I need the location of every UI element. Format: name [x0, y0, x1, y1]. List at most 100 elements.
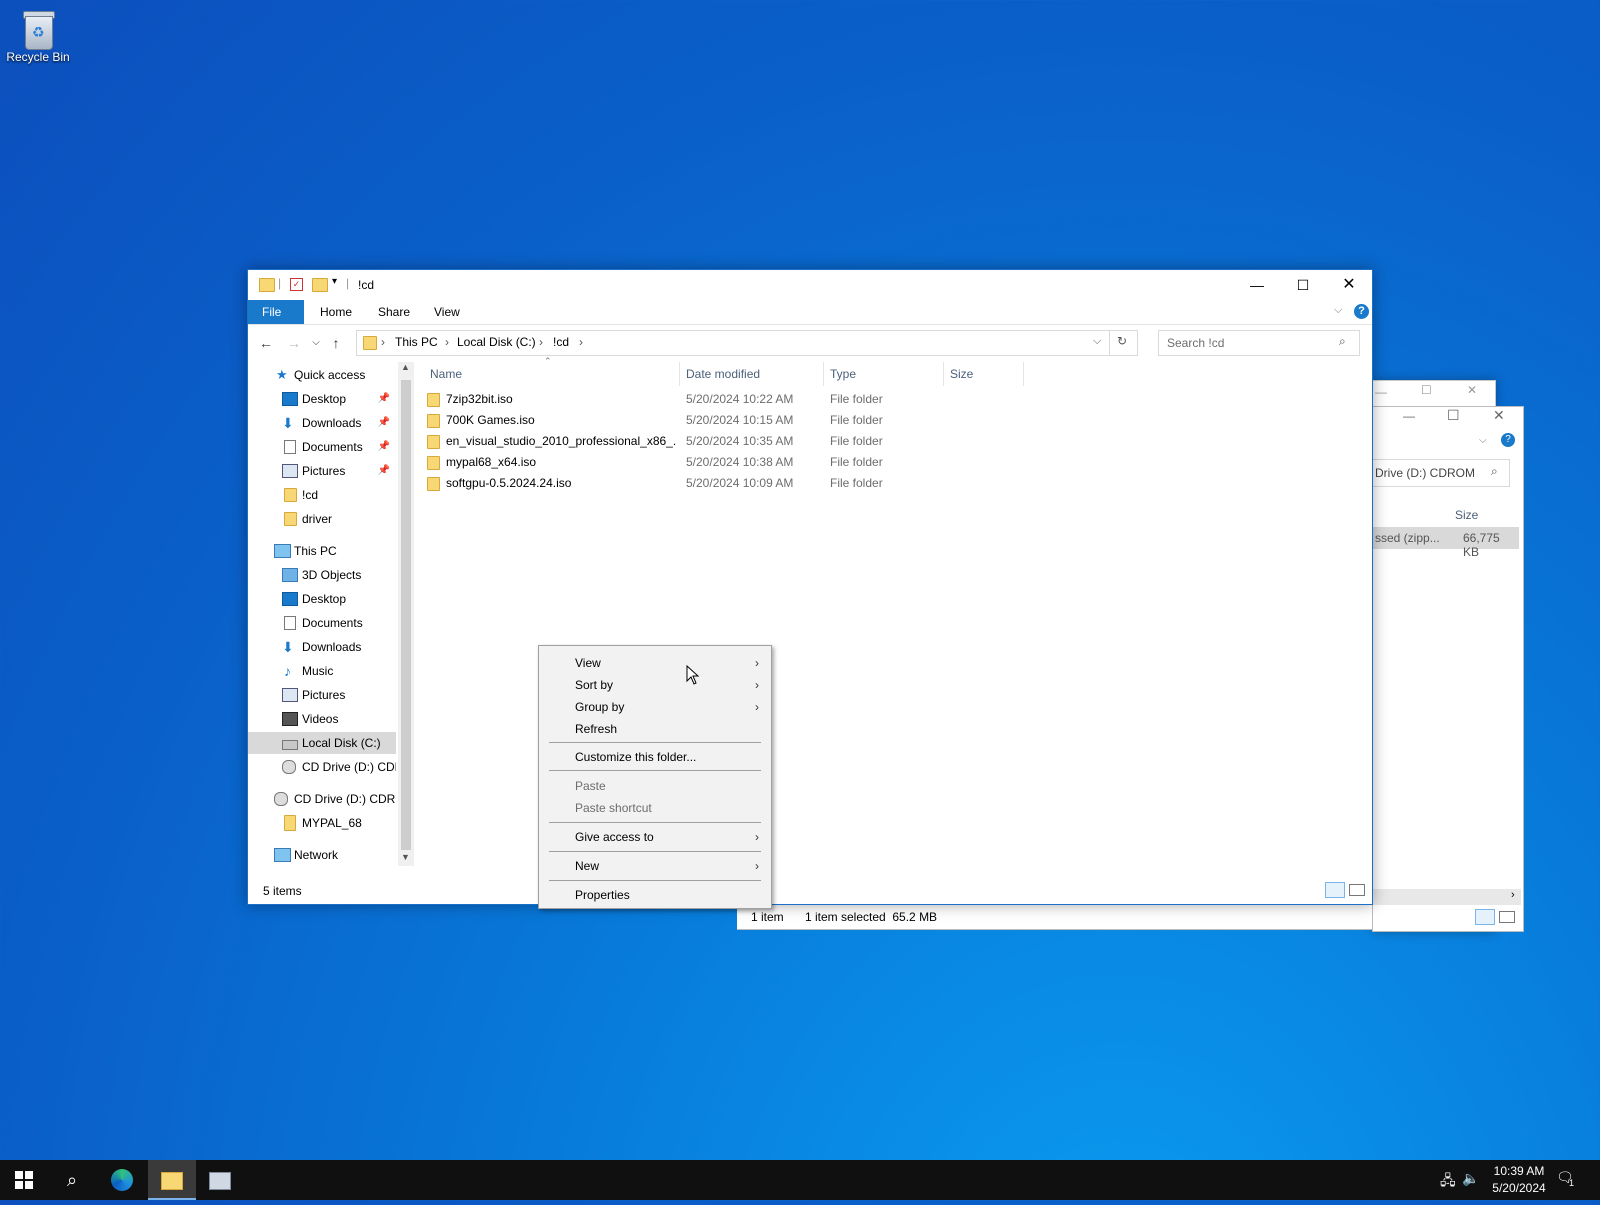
back-arrow-icon[interactable]: ←	[256, 333, 276, 353]
table-row[interactable]: softgpu-0.5.2024.24.iso 5/20/2024 10:09 …	[424, 473, 1024, 494]
menu-item-customize-folder[interactable]: Customize this folder...	[541, 746, 769, 768]
column-name[interactable]: Name	[424, 362, 680, 386]
navigation-scrollbar[interactable]: ▲ ▼	[398, 362, 414, 866]
tab-view[interactable]: View	[420, 300, 474, 324]
nav-mypal[interactable]: MYPAL_68	[248, 812, 396, 834]
breadcrumb-cd[interactable]: !cd	[553, 335, 569, 349]
chevron-down-icon[interactable]: ▾	[332, 276, 337, 287]
menu-item-paste-shortcut[interactable]: Paste shortcut	[541, 797, 769, 819]
volume-muted-icon[interactable]: 🔈	[1462, 1170, 1479, 1187]
properties-icon[interactable]: ✓	[290, 278, 303, 291]
scroll-down-icon[interactable]: ▼	[401, 852, 410, 862]
title-bar[interactable]: | ✓ ▾ | !cd — ☐ ✕	[248, 270, 1372, 300]
minimize-icon[interactable]: —	[1403, 409, 1415, 423]
scroll-up-icon[interactable]: ▲	[401, 362, 410, 372]
menu-item-group-by[interactable]: Group by ›	[541, 696, 769, 718]
nav-this-pc[interactable]: This PC	[248, 540, 396, 562]
menu-item-properties[interactable]: Properties	[541, 884, 769, 906]
breadcrumb-this-pc[interactable]: This PC	[395, 335, 438, 349]
nav-cd-drive-sub[interactable]: CD Drive (D:) CDR	[248, 756, 396, 778]
selected-file-row[interactable]: ssed (zipp... 66,775 KB	[1373, 527, 1519, 559]
maximize-icon[interactable]: ☐	[1447, 407, 1460, 424]
menu-item-sort-by[interactable]: Sort by ›	[541, 674, 769, 696]
pin-icon[interactable]: 📌	[378, 412, 390, 434]
nav-pc-downloads[interactable]: ⬇ Downloads	[248, 636, 396, 658]
nav-driver[interactable]: driver	[248, 508, 396, 530]
help-icon[interactable]: ?	[1354, 304, 1369, 319]
large-icons-view-icon[interactable]	[1499, 911, 1515, 923]
large-icons-view-icon[interactable]	[1349, 884, 1365, 896]
chevron-right-icon[interactable]: ›	[1511, 889, 1515, 901]
expand-ribbon-icon[interactable]: ⌵	[1334, 304, 1342, 317]
table-row[interactable]: en_visual_studio_2010_professional_x86_.…	[424, 431, 1024, 452]
scroll-thumb[interactable]	[401, 380, 411, 850]
search-box[interactable]: Drive (D:) CDROM ⌕	[1373, 459, 1510, 487]
chevron-down-icon[interactable]: ⌵	[1479, 435, 1487, 446]
pin-icon[interactable]: 📌	[378, 436, 390, 458]
network-icon[interactable]: 🖧	[1440, 1170, 1456, 1194]
nav-pc-documents[interactable]: Documents	[248, 612, 396, 634]
notification-center-button[interactable]: 🗨 1	[1556, 1169, 1576, 1189]
details-view-icon[interactable]	[1475, 909, 1495, 925]
nav-documents[interactable]: Documents 📌	[248, 436, 396, 458]
pin-icon[interactable]: 📌	[378, 460, 390, 482]
background-window-2[interactable]: — ☐ ✕ ⌵ ? Drive (D:) CDROM ⌕ Size ssed (…	[1372, 406, 1524, 932]
size-column-header[interactable]: Size	[1455, 508, 1478, 522]
pin-icon[interactable]: 📌	[378, 388, 390, 410]
nav-local-disk[interactable]: Local Disk (C:)	[248, 732, 396, 754]
tab-share[interactable]: Share	[364, 300, 424, 324]
file-explorer-button[interactable]	[148, 1160, 196, 1200]
nav-music[interactable]: ♪ Music	[248, 660, 396, 682]
search-button[interactable]: ⌕	[48, 1160, 96, 1200]
explorer-window[interactable]: | ✓ ▾ | !cd — ☐ ✕ File Home Share View ⌵…	[247, 269, 1373, 905]
horizontal-scrollbar[interactable]: ›	[1373, 889, 1521, 905]
nav-cd-folder[interactable]: !cd	[248, 484, 396, 506]
address-dropdown-icon[interactable]: ⌵	[1093, 335, 1101, 348]
new-folder-icon[interactable]	[312, 278, 328, 292]
nav-pc-desktop[interactable]: Desktop	[248, 588, 396, 610]
maximize-icon[interactable]: ☐	[1421, 383, 1432, 397]
forward-arrow-icon[interactable]: →	[284, 333, 304, 353]
recent-locations-icon[interactable]: ⌵	[306, 333, 326, 353]
close-icon[interactable]: ✕	[1493, 407, 1505, 424]
nav-cd-drive[interactable]: CD Drive (D:) CDRO	[248, 788, 396, 810]
help-icon[interactable]: ?	[1501, 433, 1515, 447]
nav-videos[interactable]: Videos	[248, 708, 396, 730]
table-row[interactable]: 700K Games.iso 5/20/2024 10:15 AM File f…	[424, 410, 1024, 431]
column-type[interactable]: Type	[824, 362, 944, 386]
menu-item-view[interactable]: View ›	[541, 652, 769, 674]
clock[interactable]: 10:39 AM 5/20/2024	[1484, 1163, 1554, 1197]
details-view-icon[interactable]	[1325, 882, 1345, 898]
nav-quick-access[interactable]: ★ Quick access	[248, 364, 396, 386]
start-button[interactable]	[0, 1160, 48, 1200]
nav-network[interactable]: Network	[248, 844, 396, 866]
nav-3d-objects[interactable]: 3D Objects	[248, 564, 396, 586]
table-row[interactable]: 7zip32bit.iso 5/20/2024 10:22 AM File fo…	[424, 389, 1024, 410]
edge-button[interactable]	[98, 1160, 146, 1200]
up-arrow-icon[interactable]: ↑	[326, 333, 346, 353]
menu-item-new[interactable]: New ›	[541, 855, 769, 877]
search-input[interactable]: Search !cd ⌕	[1158, 330, 1360, 356]
recycle-bin-desktop-icon[interactable]: ♻ Recycle Bin	[6, 8, 70, 64]
refresh-icon[interactable]: ↻	[1117, 334, 1127, 348]
address-bar[interactable]: › This PC › Local Disk (C:) › !cd › ⌵ ↻	[356, 330, 1138, 356]
minimize-button[interactable]: —	[1234, 270, 1280, 300]
column-date-modified[interactable]: Date modified	[680, 362, 824, 386]
minimize-icon[interactable]: —	[1375, 385, 1387, 399]
nav-desktop[interactable]: Desktop 📌	[248, 388, 396, 410]
installer-button[interactable]	[196, 1160, 244, 1200]
maximize-button[interactable]: ☐	[1280, 270, 1326, 300]
menu-item-paste[interactable]: Paste	[541, 775, 769, 797]
nav-pictures[interactable]: Pictures 📌	[248, 460, 396, 482]
breadcrumb-local-disk[interactable]: Local Disk (C:)	[457, 335, 536, 349]
tab-file[interactable]: File	[248, 300, 304, 324]
column-size[interactable]: Size	[944, 362, 1024, 386]
nav-downloads[interactable]: ⬇ Downloads 📌	[248, 412, 396, 434]
menu-item-refresh[interactable]: Refresh	[541, 718, 769, 740]
tab-home[interactable]: Home	[306, 300, 366, 324]
menu-item-give-access[interactable]: Give access to ›	[541, 826, 769, 848]
close-button[interactable]: ✕	[1326, 270, 1372, 300]
close-icon[interactable]: ✕	[1467, 383, 1477, 397]
nav-pc-pictures[interactable]: Pictures	[248, 684, 396, 706]
table-row[interactable]: mypal68_x64.iso 5/20/2024 10:38 AM File …	[424, 452, 1024, 473]
